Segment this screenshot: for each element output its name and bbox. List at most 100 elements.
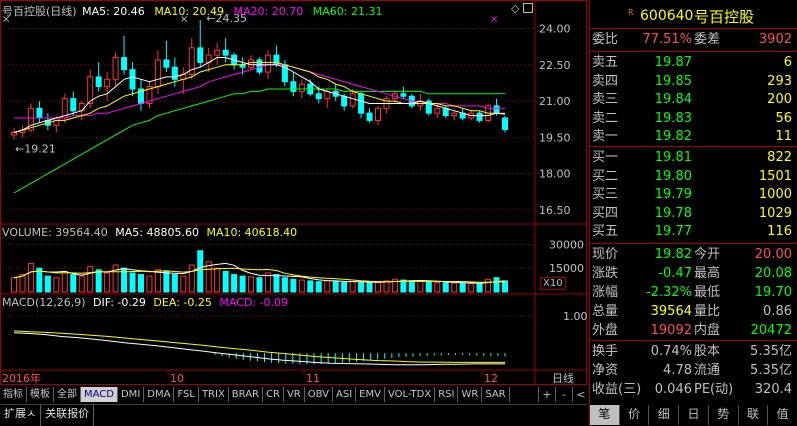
macd-dea: DEA: -0.25 <box>153 296 212 309</box>
tab-vr[interactable]: VR <box>284 387 305 402</box>
candle-body <box>214 49 221 56</box>
volume-bar <box>273 274 280 293</box>
remove-icon[interactable]: - <box>555 387 572 402</box>
ma20-label: MA20: 20.70 <box>233 5 304 18</box>
volume-unit: X10 <box>540 277 566 290</box>
stat-value-2: 20.00 <box>754 247 792 262</box>
fundamental-label: 净资 <box>592 363 619 378</box>
candle-body <box>366 112 373 121</box>
panel-tab-4[interactable]: 势 <box>709 405 739 425</box>
tab-emv[interactable]: EMV <box>356 387 385 402</box>
low-annotation: ←19.21 <box>15 142 56 155</box>
candle-body <box>53 117 60 126</box>
tab-obv[interactable]: OBV <box>305 387 333 402</box>
ask-label: 卖五 <box>592 55 619 70</box>
volume-bar <box>154 269 161 293</box>
price-tick-3: 19.50 <box>539 131 571 144</box>
stat-value-2: 20472 <box>750 323 792 338</box>
tab-trix[interactable]: TRIX <box>199 387 229 402</box>
panel-tab-1[interactable]: 价 <box>620 405 650 425</box>
candle-body <box>95 76 102 88</box>
candle-body <box>324 90 331 100</box>
expand-icon[interactable]: ◇ <box>511 2 519 15</box>
add-icon[interactable]: + <box>538 387 555 402</box>
volume-bar <box>434 281 441 293</box>
bid-row: 买三 19.79 1000 <box>590 186 797 204</box>
tab-全部[interactable]: 全部 <box>54 387 81 402</box>
volume-ma5: MA5: 48805.60 <box>115 226 199 239</box>
tab-macd[interactable]: MACD <box>81 387 118 402</box>
tab-brar[interactable]: BRAR <box>229 387 263 402</box>
panel-tab-5[interactable]: 联 <box>739 405 769 425</box>
chart-grid <box>0 0 587 385</box>
stat-label: 涨跌 <box>592 266 619 281</box>
panel-tab-0[interactable]: 笔 <box>590 405 620 425</box>
expand-button[interactable]: 扩展ㅅ <box>0 405 42 426</box>
bid-row: 买五 19.77 116 <box>590 223 797 241</box>
tab-dmi[interactable]: DMI <box>118 387 145 402</box>
dif-line <box>13 332 505 366</box>
ask-volume: 11 <box>775 129 792 144</box>
stat-label: 外盘 <box>592 323 619 338</box>
candle-body <box>248 59 255 68</box>
panel-tab-3[interactable]: 日 <box>679 405 709 425</box>
tab-cr[interactable]: CR <box>263 387 284 402</box>
price-tick-0: 24.00 <box>539 23 571 36</box>
candle-body <box>256 59 263 73</box>
time-label-dec: 12 <box>484 372 498 385</box>
stat-value: -0.47 <box>658 266 692 281</box>
ask-volume: 200 <box>767 92 792 107</box>
bid-label: 买一 <box>592 150 619 165</box>
volume-bar <box>502 280 508 293</box>
bid-label: 买三 <box>592 187 619 202</box>
bid-price: 19.79 <box>654 187 692 202</box>
price-tick-2: 21.00 <box>539 95 571 108</box>
quote-panel: R 600640 号百控股 委比 77.51% 委差 3902 卖五 19.87 6… <box>589 0 797 425</box>
stat-label-2: 最高 <box>694 266 721 281</box>
chart-legend: 号百控股(日线) MA5: 20.46 MA10: 20.49 MA20: 20… <box>2 3 382 19</box>
stat-row: 涨幅 -2.32% 最低 19.70 <box>590 284 797 302</box>
panel-tab-6[interactable]: 值 <box>768 405 797 425</box>
tab-rsi[interactable]: RSI <box>435 387 459 402</box>
chart-frame <box>0 0 587 385</box>
candle-body <box>197 47 204 63</box>
bid-label: 买二 <box>592 168 619 184</box>
fundamental-label-2: 流通 <box>694 363 721 378</box>
tab-dma[interactable]: DMA <box>144 387 175 402</box>
volume-bar <box>70 274 77 293</box>
indicator-tabbar: 指标 模板 全部 MACD DMI DMA FSL TRIX BRAR CR VR OBV ASI EMV… <box>0 387 520 403</box>
volume-bar <box>87 266 94 293</box>
fundamental-label: 换手 <box>592 344 619 359</box>
candles-layer <box>11 20 508 140</box>
ask-row: 卖三 19.84 200 <box>590 91 797 109</box>
weibi-value: 77.51% <box>642 32 692 47</box>
volume-bar <box>425 281 432 293</box>
tab-模板[interactable]: 模板 <box>27 387 54 402</box>
stat-row: 外盘 19092 内盘 20472 <box>590 322 797 340</box>
candle-body <box>222 49 229 56</box>
stat-value: -2.32% <box>646 285 692 300</box>
stat-value-2: 19.70 <box>754 285 792 300</box>
window-icon[interactable] <box>523 3 533 13</box>
fundamental-value: 4.78 <box>663 363 692 378</box>
stat-value: 19.82 <box>654 247 692 262</box>
candle-body <box>493 105 500 114</box>
related-quotes-button[interactable]: 关联报价 <box>41 405 95 426</box>
bid-label: 买四 <box>592 205 619 221</box>
tab-wr[interactable]: WR <box>458 387 483 402</box>
tab-指标[interactable]: 指标 <box>0 387 27 402</box>
volume-ma10: MA10: 40618.40 <box>206 226 298 239</box>
macd-value: MACD: -0.09 <box>219 296 288 309</box>
bid-row: 买一 19.81 822 <box>590 149 797 167</box>
scroll-left-icon[interactable]: < <box>572 387 589 402</box>
tab-fsl[interactable]: FSL <box>174 387 199 402</box>
kline-chart[interactable]: 24.0022.5021.0019.5018.0016.50←24.35←19.… <box>0 0 587 385</box>
stat-row: 现价 19.82 今开 20.00 <box>590 246 797 264</box>
bid-price: 19.77 <box>654 224 692 239</box>
tab-vol-tdx[interactable]: VOL-TDX <box>385 387 436 402</box>
panel-tab-2[interactable]: 细 <box>649 405 680 425</box>
tab-sar[interactable]: SAR <box>482 387 510 402</box>
candle-body <box>104 78 111 88</box>
tab-asi[interactable]: ASI <box>333 387 357 402</box>
bid-volume: 822 <box>767 150 792 165</box>
